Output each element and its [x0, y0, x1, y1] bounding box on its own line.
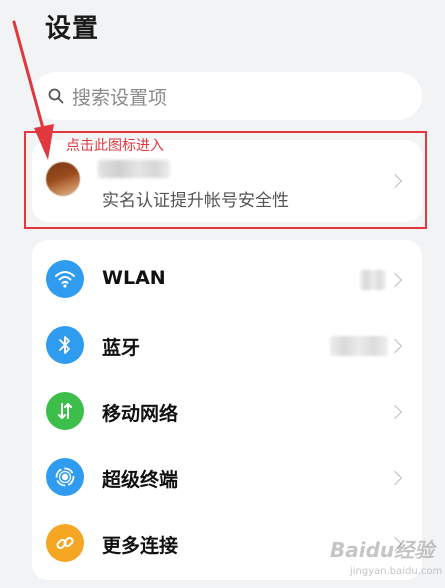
wlan-status-blurred — [360, 270, 386, 290]
settings-row-label: 超级终端 — [102, 469, 179, 491]
watermark-main: Baidu经验 — [330, 538, 435, 562]
settings-row-bluetooth[interactable]: 蓝牙 — [32, 312, 422, 378]
chevron-right-icon — [387, 338, 403, 354]
settings-row-super-device[interactable]: 超级终端 — [32, 444, 422, 510]
link-icon — [46, 524, 84, 562]
baidu-watermark: Baidu经验 jingyan.baidu.com — [330, 534, 442, 586]
search-bar[interactable]: 搜索设置项 — [32, 72, 422, 120]
chevron-right-icon — [387, 470, 403, 486]
settings-row-mobile-network[interactable]: 移动网络 — [32, 378, 422, 444]
settings-row-label: 更多连接 — [102, 535, 179, 557]
bluetooth-status-blurred — [330, 336, 388, 356]
search-placeholder: 搜索设置项 — [72, 86, 168, 109]
annotation-text: 点击此图标进入 — [66, 138, 164, 154]
settings-row-label: WLAN — [102, 267, 166, 289]
settings-row-label: 蓝牙 — [102, 337, 141, 359]
settings-row-wlan[interactable]: WLAN — [32, 246, 422, 312]
bluetooth-icon — [46, 326, 84, 364]
wifi-icon — [46, 260, 84, 298]
super-device-icon — [46, 458, 84, 496]
annotation-arrow-icon — [12, 20, 54, 160]
watermark-sub: jingyan.baidu.com — [350, 566, 443, 577]
settings-row-label: 移动网络 — [102, 403, 179, 425]
settings-page: 设置 搜索设置项 实名认证提升帐号安全性 点击此图标进入 WLAN 蓝牙 移动网… — [0, 0, 445, 588]
mobile-data-icon — [46, 392, 84, 430]
chevron-right-icon — [387, 404, 403, 420]
chevron-right-icon — [387, 272, 403, 288]
connectivity-settings-card: WLAN 蓝牙 移动网络 超级终端 更多连接 — [32, 240, 422, 580]
